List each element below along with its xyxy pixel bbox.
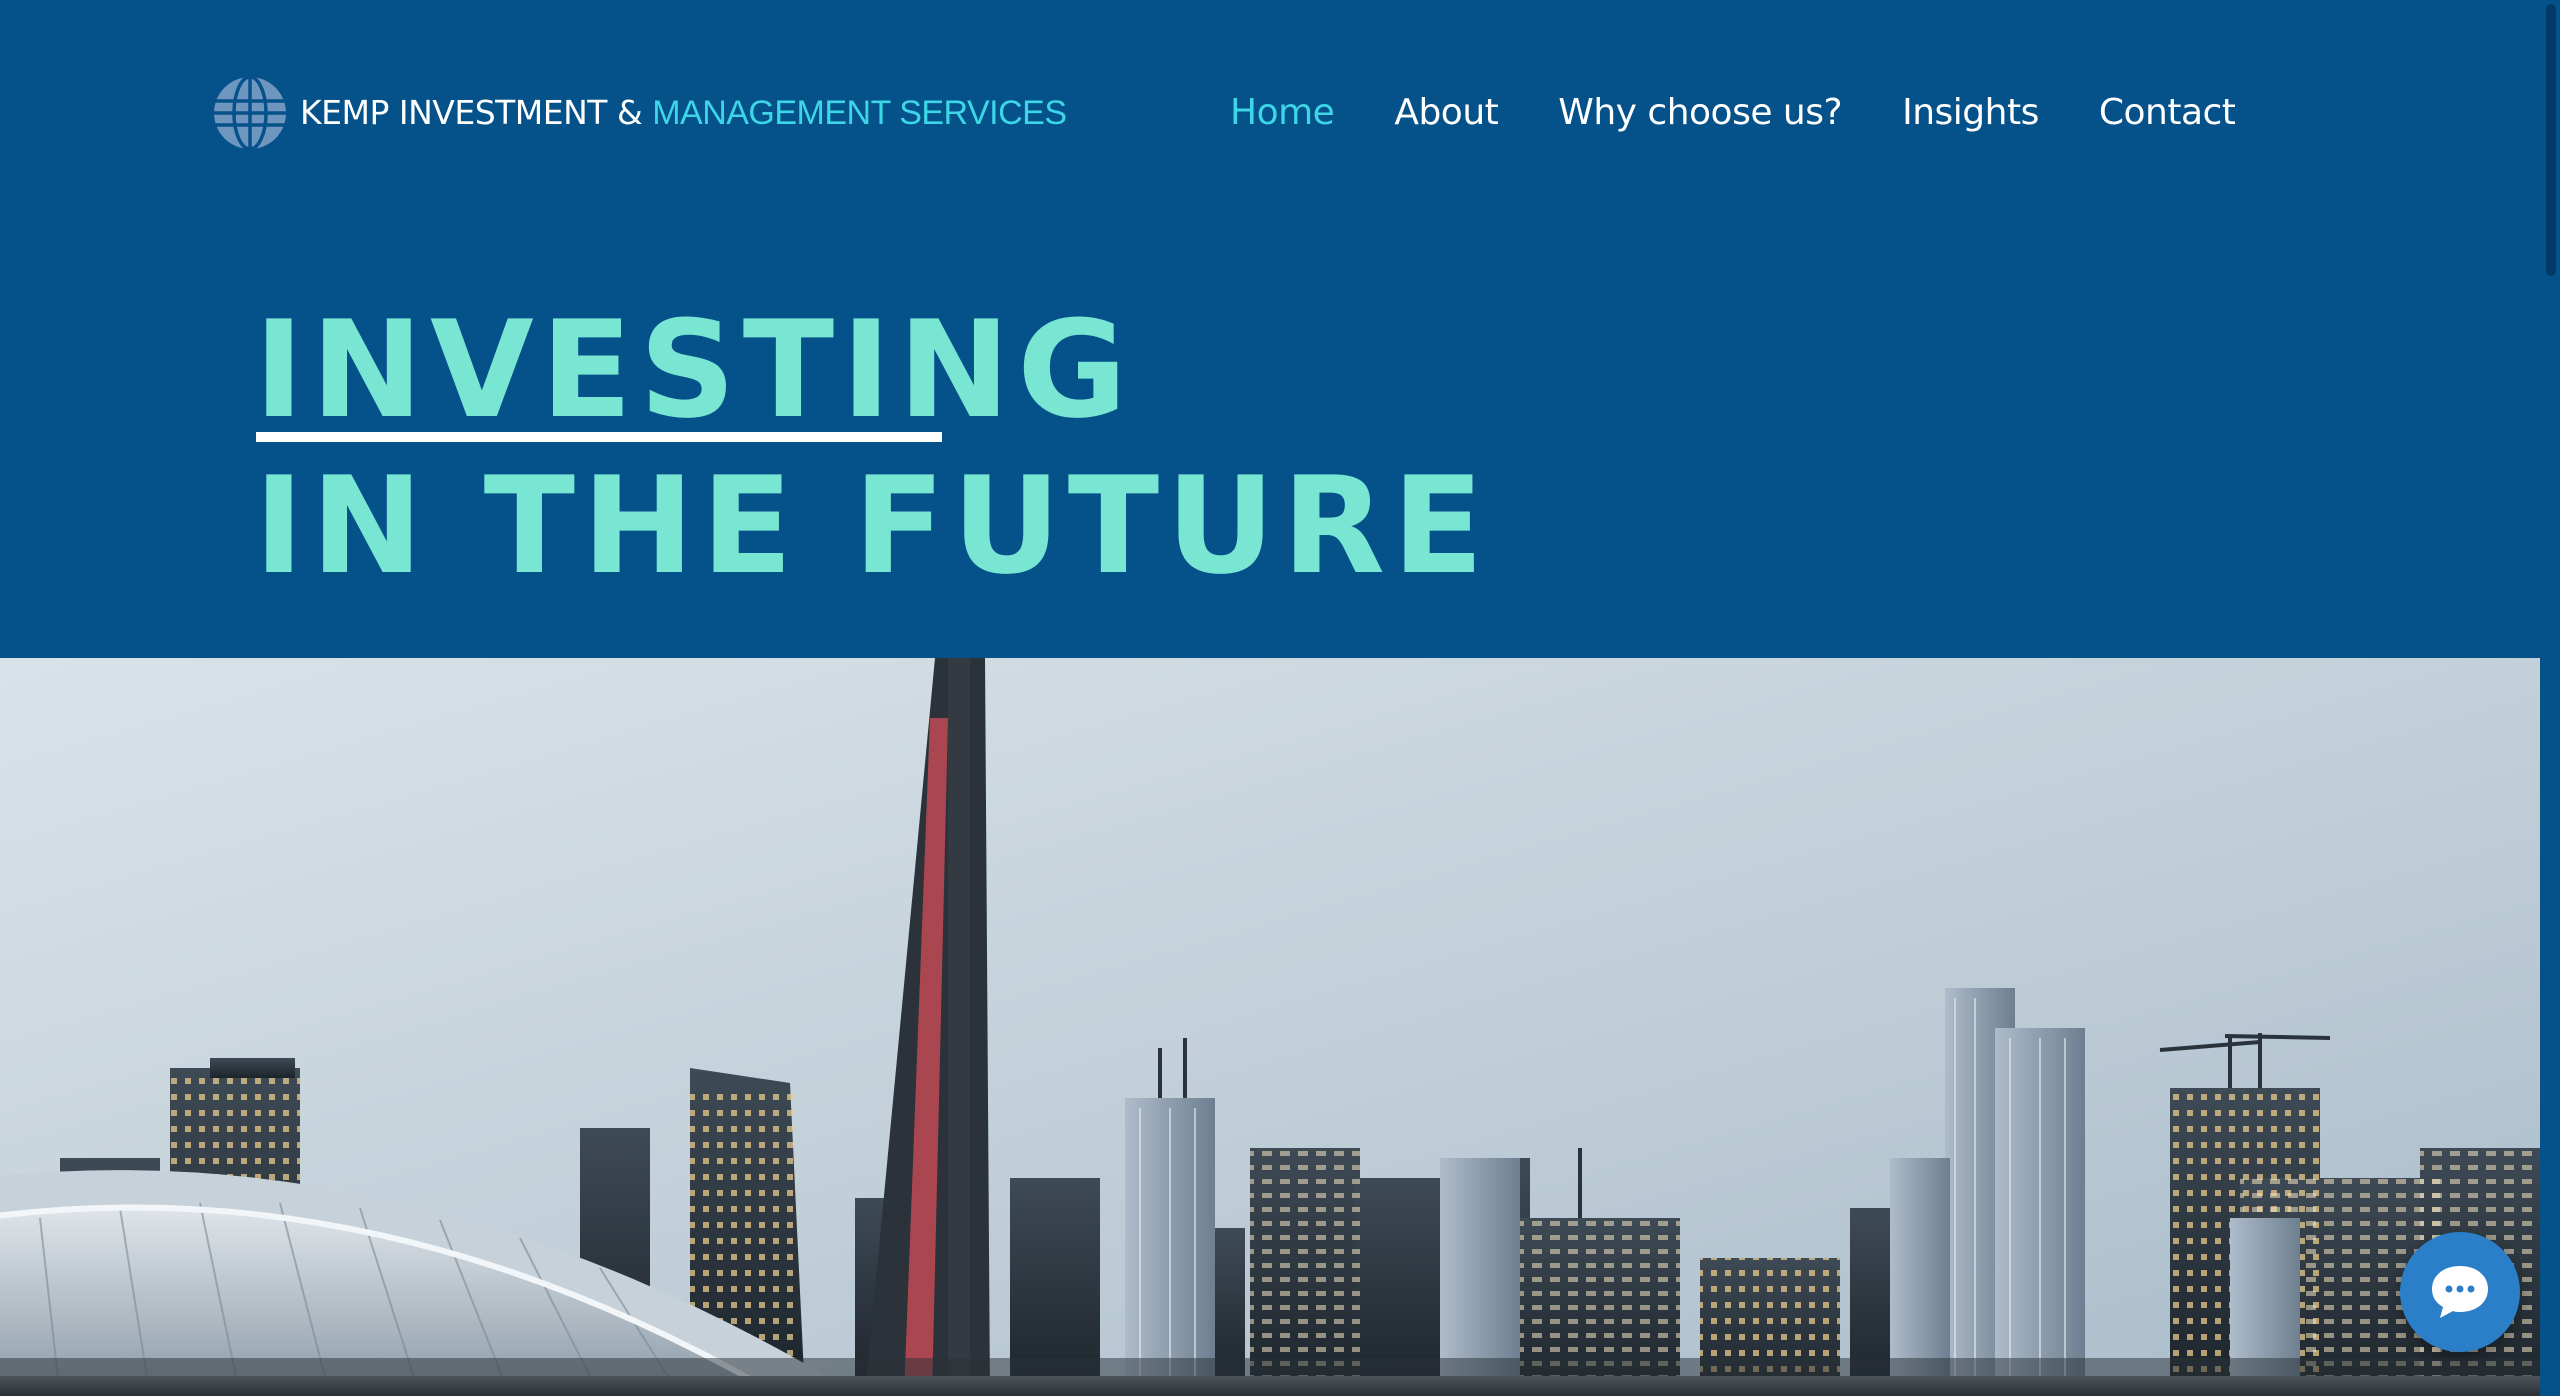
hero-title: INVESTING IN THE FUTURE xyxy=(254,292,1491,604)
main-nav: Home About Why choose us? Insights Conta… xyxy=(1230,86,2236,138)
city-skyline-image xyxy=(0,658,2560,1396)
brand-name-part2: MANAGEMENT SERVICES xyxy=(652,94,1067,132)
hero-title-line2: IN THE FUTURE xyxy=(254,448,1491,604)
scrollbar-track[interactable] xyxy=(2540,0,2560,1396)
nav-why-choose-us[interactable]: Why choose us? xyxy=(1558,92,1842,133)
nav-about[interactable]: About xyxy=(1394,92,1498,133)
scrollbar-thumb[interactable] xyxy=(2546,4,2556,276)
globe-icon xyxy=(214,75,286,151)
brand-name: KEMP INVESTMENT & MANAGEMENT SERVICES xyxy=(300,93,1067,133)
bottom-strip xyxy=(0,1376,2560,1396)
brand-name-part1: KEMP INVESTMENT & xyxy=(300,93,653,132)
chat-button[interactable] xyxy=(2400,1232,2520,1352)
site-header: KEMP INVESTMENT & MANAGEMENT SERVICES Ho… xyxy=(0,0,2540,220)
hero-underline xyxy=(256,432,942,442)
chat-bubble-icon xyxy=(2432,1266,2488,1318)
hero-title-line1: INVESTING xyxy=(254,292,1135,448)
nav-home[interactable]: Home xyxy=(1230,92,1335,133)
page: KEMP INVESTMENT & MANAGEMENT SERVICES Ho… xyxy=(0,0,2560,1396)
site-logo[interactable]: KEMP INVESTMENT & MANAGEMENT SERVICES xyxy=(212,74,1067,152)
nav-insights[interactable]: Insights xyxy=(1902,92,2039,133)
nav-contact[interactable]: Contact xyxy=(2099,92,2236,133)
